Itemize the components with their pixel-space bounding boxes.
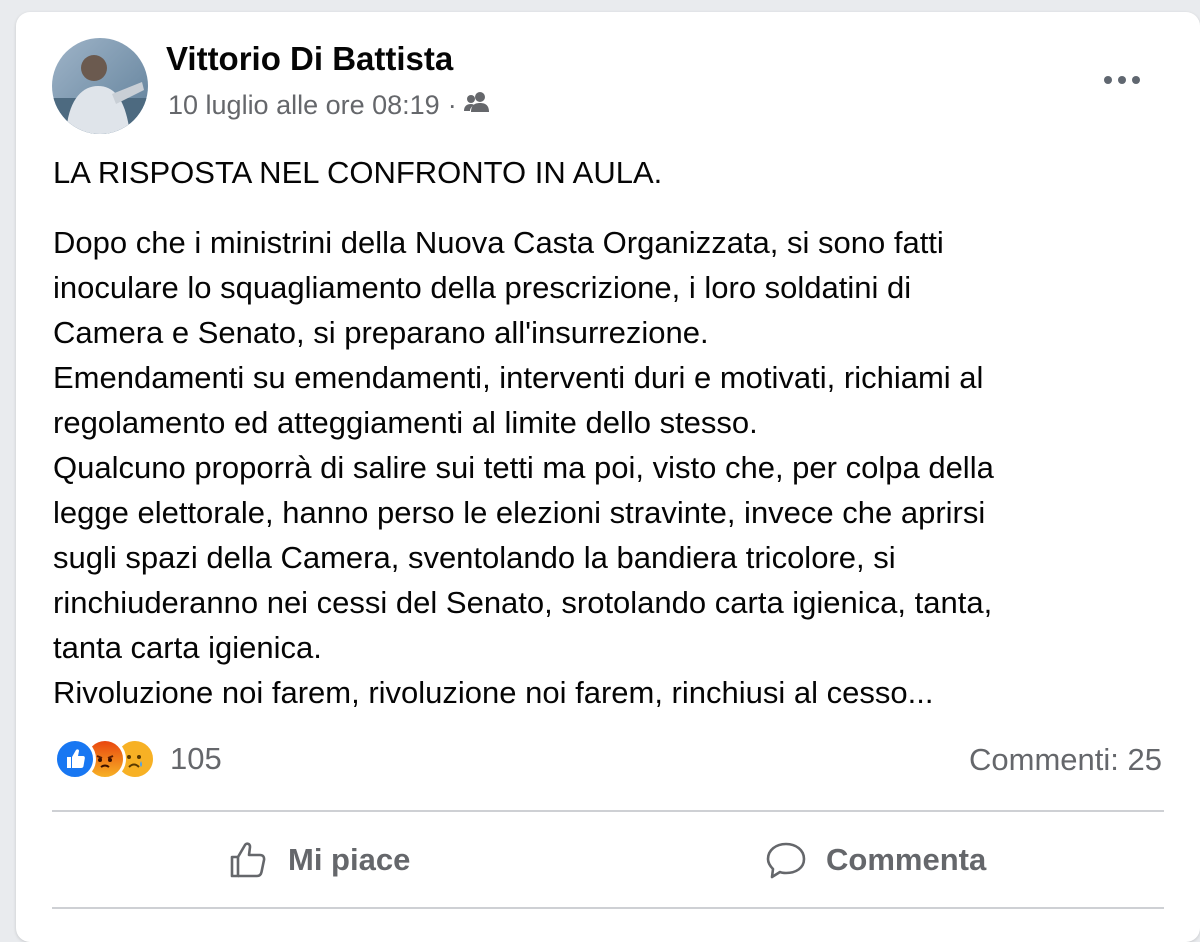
reactions-count: 105 bbox=[170, 741, 222, 776]
post-card: Vittorio Di Battista 10 luglio alle ore … bbox=[16, 12, 1200, 942]
avatar[interactable] bbox=[52, 38, 148, 134]
post-body-line: Qualcuno proporrà di salire sui tetti ma… bbox=[53, 450, 994, 485]
post-body-line: Emendamenti su emendamenti, interventi d… bbox=[53, 360, 984, 395]
like-button[interactable]: Mi piace bbox=[226, 832, 410, 888]
comment-icon bbox=[766, 842, 806, 879]
divider bbox=[52, 907, 1164, 909]
post-body-line: legge elettorale, hanno perso le elezion… bbox=[53, 495, 986, 530]
comment-button[interactable]: Commenta bbox=[764, 832, 986, 888]
meta-separator: · bbox=[447, 90, 457, 120]
author-name[interactable]: Vittorio Di Battista bbox=[166, 40, 453, 78]
thumbs-up-icon bbox=[230, 842, 266, 878]
post-body-line: rinchiuderanno nei cessi del Senato, sro… bbox=[53, 585, 993, 620]
like-icon bbox=[54, 738, 96, 780]
friends-icon bbox=[463, 90, 491, 121]
reactions-summary[interactable]: 105 bbox=[54, 738, 222, 780]
post-body-line: sugli spazi della Camera, sventolando la… bbox=[53, 540, 896, 575]
comment-button-label: Commenta bbox=[826, 842, 987, 877]
more-options-icon[interactable] bbox=[1092, 60, 1152, 100]
divider bbox=[52, 810, 1164, 812]
post-timestamp[interactable]: 10 luglio alle ore 08:19 bbox=[168, 90, 440, 121]
post-body-line: inoculare lo squagliamento della prescri… bbox=[53, 270, 912, 305]
post-body-line: Camera e Senato, si preparano all'insurr… bbox=[53, 315, 709, 350]
post-body-line: tanta carta igienica. bbox=[53, 630, 322, 665]
post-title: LA RISPOSTA NEL CONFRONTO IN AULA. bbox=[53, 155, 663, 190]
post-body: Dopo che i ministrini della Nuova Casta … bbox=[53, 220, 1163, 715]
post-meta: 10 luglio alle ore 08:19 · bbox=[168, 90, 491, 121]
like-button-label: Mi piace bbox=[288, 842, 411, 877]
post-body-line: Dopo che i ministrini della Nuova Casta … bbox=[53, 225, 944, 260]
post-body-line: regolamento ed atteggiamenti al limite d… bbox=[53, 405, 758, 440]
comments-count[interactable]: Commenti: 25 bbox=[969, 742, 1162, 778]
post-body-line: Rivoluzione noi farem, rivoluzione noi f… bbox=[53, 675, 934, 710]
